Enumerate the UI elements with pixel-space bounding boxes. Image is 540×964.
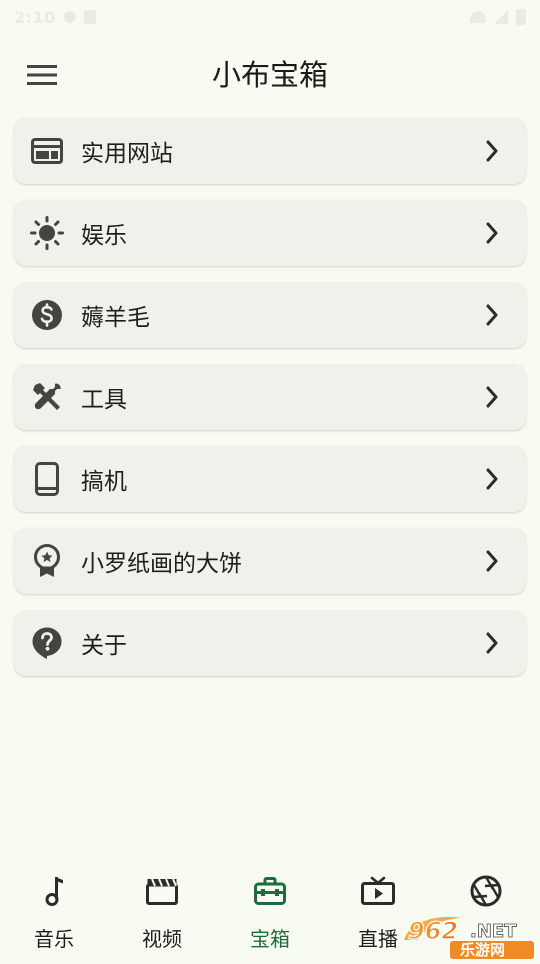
- toolbox-icon: [253, 874, 287, 908]
- phone-icon: [30, 462, 64, 496]
- list-item-phone-hacks[interactable]: 搞机: [14, 446, 526, 512]
- status-left: 2:10: [14, 8, 96, 27]
- tv-icon: [361, 874, 395, 908]
- clapperboard-icon: [145, 874, 179, 908]
- toolbox-list: 实用网站 娱乐 薅羊毛 工具 搞机 小罗纸画的大饼 关于: [14, 118, 526, 692]
- chevron-right-icon: [480, 631, 504, 655]
- list-item-entertainment[interactable]: 娱乐: [14, 200, 526, 266]
- nav-item-more[interactable]: [432, 860, 540, 960]
- list-item-useful-websites[interactable]: 实用网站: [14, 118, 526, 184]
- list-item-about[interactable]: 关于: [14, 610, 526, 676]
- battery-icon: [516, 9, 526, 25]
- status-right: [470, 9, 526, 25]
- list-item-roadmap[interactable]: 小罗纸画的大饼: [14, 528, 526, 594]
- notification-icon: [63, 11, 76, 23]
- chevron-right-icon: [480, 303, 504, 327]
- notification-icon-2: [83, 10, 96, 24]
- list-item-label: 薅羊毛: [81, 305, 150, 331]
- list-item-label: 实用网站: [81, 141, 173, 167]
- web-icon: [30, 134, 64, 168]
- chevron-right-icon: [480, 385, 504, 409]
- signal-icon: [494, 10, 508, 24]
- chevron-right-icon: [480, 549, 504, 573]
- nav-label: 视频: [142, 927, 182, 951]
- nav-label: 直播: [358, 927, 398, 951]
- sun-icon: [30, 216, 64, 250]
- list-item-label: 工具: [81, 387, 127, 413]
- chevron-right-icon: [480, 467, 504, 491]
- list-item-label: 搞机: [81, 469, 127, 495]
- nav-item-music[interactable]: 音乐: [0, 860, 108, 960]
- status-bar: 2:10: [0, 0, 540, 34]
- music-note-icon: [37, 874, 71, 908]
- nav-item-video[interactable]: 视频: [108, 860, 216, 960]
- bottom-nav: 音乐 视频 宝箱 直播: [0, 860, 540, 960]
- nav-item-live[interactable]: 直播: [324, 860, 432, 960]
- help-bubble-icon: [30, 626, 64, 660]
- list-item-tools[interactable]: 工具: [14, 364, 526, 430]
- list-item-label: 娱乐: [81, 223, 127, 249]
- list-item-label: 小罗纸画的大饼: [81, 551, 242, 577]
- chevron-right-icon: [480, 221, 504, 245]
- app-bar: 小布宝箱: [0, 40, 540, 110]
- tools-icon: [30, 380, 64, 414]
- wifi-icon: [470, 11, 486, 23]
- nav-item-toolbox[interactable]: 宝箱: [216, 860, 324, 960]
- page-title: 小布宝箱: [211, 58, 328, 92]
- nav-label: 音乐: [34, 927, 74, 951]
- nav-label: 宝箱: [250, 927, 290, 951]
- dollar-circle-icon: [30, 298, 64, 332]
- chevron-right-icon: [480, 139, 504, 163]
- status-time: 2:10: [14, 7, 56, 27]
- list-item-deals[interactable]: 薅羊毛: [14, 282, 526, 348]
- aperture-icon: [469, 874, 503, 908]
- award-icon: [30, 544, 64, 578]
- list-item-label: 关于: [81, 633, 127, 659]
